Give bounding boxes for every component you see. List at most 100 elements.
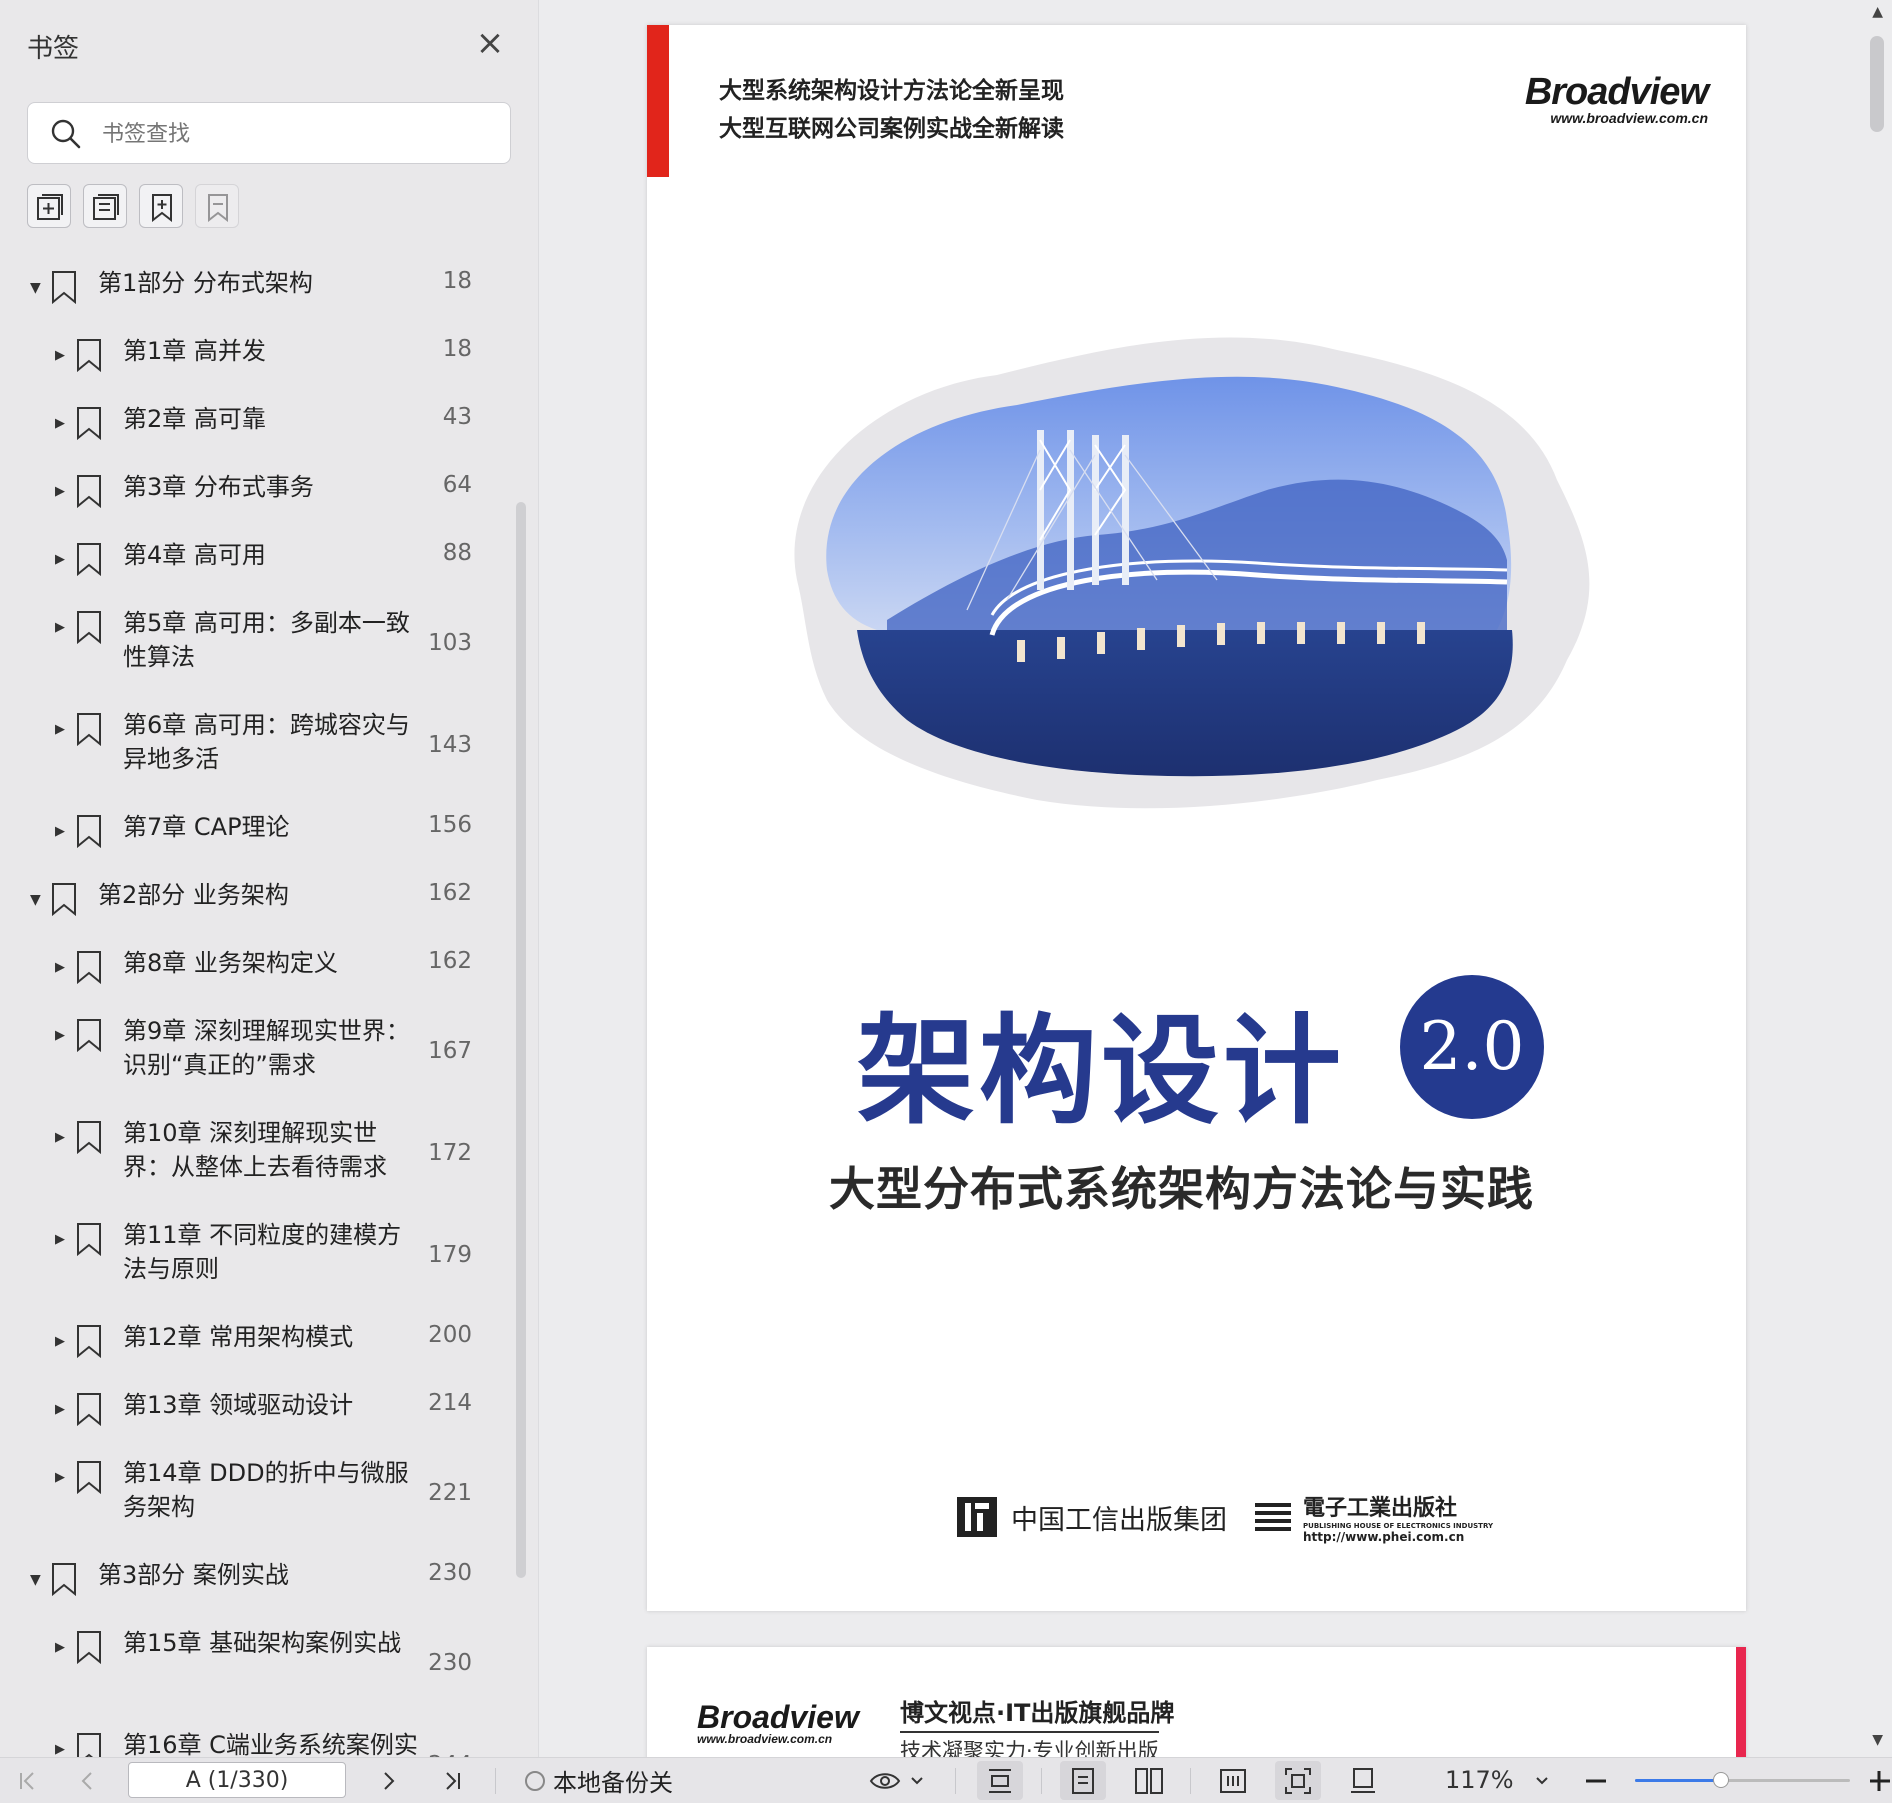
bookmark-chapter[interactable]: ▶ 第4章 高可用 88 [0, 540, 520, 610]
view-mode-dropdown[interactable] [862, 1758, 932, 1803]
expand-triangle-icon[interactable]: ▶ [55, 1402, 65, 1417]
page-number-input[interactable]: A (1/330) [128, 1762, 346, 1798]
broadview-logo: Broadview www.broadview.com.cn [1525, 71, 1709, 126]
toolbar-separator [1041, 1768, 1042, 1794]
publisher-group-name: 中国工信出版集团 [1011, 1504, 1227, 1536]
bookmark-chapter[interactable]: ▶第16章 C端业务系统案例实战244 [0, 1731, 520, 1757]
single-page-button[interactable] [1060, 1761, 1106, 1800]
cover-bridge-illustration [794, 337, 1590, 809]
expand-triangle-icon[interactable]: ▶ [55, 1742, 65, 1757]
bookmark-chapter[interactable]: ▶ 第6章 高可用：跨城容灾与异地多活 143 [0, 711, 520, 814]
bookmark-icon [77, 713, 101, 746]
expand-triangle-icon[interactable]: ▶ [55, 416, 65, 431]
bookmark-page-number: 200 [428, 1322, 472, 1348]
bookmark-label: 第2部分 业务架构 [98, 881, 289, 909]
expand-triangle-icon[interactable]: ▶ [55, 552, 65, 567]
bookmark-page-number: 221 [428, 1480, 472, 1506]
bookmark-icon [77, 951, 101, 984]
two-page-icon [1135, 1767, 1163, 1794]
bookmark-chapter[interactable]: ▶ 第3章 分布式事务 64 [0, 472, 520, 542]
expand-all-button[interactable] [27, 184, 71, 228]
bookmark-page-number: 88 [442, 540, 472, 566]
bookmark-part[interactable]: ▼ 第3部分 案例实战 230 [0, 1560, 520, 1630]
expand-triangle-icon[interactable]: ▶ [55, 1334, 65, 1349]
radio-icon [525, 1770, 545, 1791]
expand-triangle-icon[interactable]: ▶ [55, 484, 65, 499]
zoom-slider[interactable] [1635, 1772, 1850, 1788]
bookmark-icon [77, 1393, 101, 1426]
bookmark-part[interactable]: ▼ 第1部分 分布式架构 18 [0, 268, 520, 338]
bookmark-page-number: 214 [428, 1390, 472, 1416]
chevron-right-icon [384, 1771, 395, 1790]
fit-width-button[interactable] [1340, 1758, 1386, 1803]
zoom-level[interactable]: 117% [1445, 1758, 1514, 1803]
expand-triangle-icon[interactable]: ▶ [55, 1130, 65, 1145]
bookmark-chapter[interactable]: ▶ 第10章 深刻理解现实世界：从整体上去看待需求 172 [0, 1119, 520, 1222]
actual-size-button[interactable] [1210, 1758, 1256, 1803]
expand-triangle-icon[interactable]: ▶ [55, 1640, 65, 1655]
bookmark-label: 第14章 DDD的折中与微服务架构 [123, 1459, 409, 1521]
search-icon [51, 119, 81, 149]
zoom-in-button[interactable] [1866, 1758, 1892, 1803]
collapse-triangle-icon[interactable]: ▼ [30, 1572, 41, 1588]
publisher-english-name: PUBLISHING HOUSE OF ELECTRONICS INDUSTRY [1303, 1522, 1494, 1530]
bookmark-search-input[interactable] [100, 113, 494, 155]
expand-triangle-icon[interactable]: ▶ [55, 348, 65, 363]
zoom-dropdown[interactable] [1528, 1758, 1556, 1803]
publisher-logo-icon [957, 1497, 997, 1537]
eye-icon [869, 1772, 901, 1789]
collapse-triangle-icon[interactable]: ▼ [30, 892, 41, 908]
bookmark-chapter[interactable]: ▶ 第1章 高并发 18 [0, 336, 520, 406]
bookmark-page-number: 156 [428, 812, 472, 838]
continuous-scroll-button[interactable] [977, 1761, 1023, 1800]
bookmark-chapter[interactable]: ▶ 第9章 深刻理解现实世界：识别“真正的”需求 167 [0, 1017, 520, 1120]
expand-triangle-icon[interactable]: ▶ [55, 1232, 65, 1247]
close-icon[interactable]: × [474, 26, 506, 60]
bookmark-chapter[interactable]: ▶ 第12章 常用架构模式 200 [0, 1322, 520, 1392]
bookmark-chapter[interactable]: ▶ 第8章 业务架构定义 162 [0, 948, 520, 1018]
bookmark-label: 第11章 不同粒度的建模方法与原则 [123, 1221, 402, 1283]
cover-page: 大型系统架构设计方法论全新呈现 大型互联网公司案例实战全新解读 Broadvie… [647, 25, 1746, 1611]
bookmark-chapter[interactable]: ▶ 第5章 高可用：多副本一致性算法 103 [0, 609, 520, 712]
fit-page-button[interactable] [1275, 1761, 1321, 1800]
sidebar-title: 书签 [27, 34, 80, 64]
collapse-triangle-icon[interactable]: ▼ [30, 280, 41, 296]
local-backup-toggle[interactable]: 本地备份关 [525, 1758, 673, 1803]
toolbar-separator [955, 1768, 956, 1794]
zoom-slider-handle[interactable] [1713, 1772, 1729, 1788]
expand-triangle-icon[interactable]: ▶ [55, 1028, 65, 1043]
bookmark-label: 第3部分 案例实战 [98, 1561, 289, 1589]
first-page-button[interactable] [8, 1758, 48, 1803]
toolbar-separator [495, 1768, 496, 1794]
delete-bookmark-button[interactable] [195, 184, 239, 228]
bookmark-icon [77, 407, 101, 440]
cover-version-badge: 2.0 [1400, 975, 1544, 1119]
scroll-up-icon[interactable]: ▲ [1872, 4, 1883, 20]
zoom-out-button[interactable] [1580, 1758, 1612, 1803]
expand-triangle-icon[interactable]: ▶ [55, 1470, 65, 1485]
document-scrollbar[interactable] [1870, 36, 1884, 132]
bookmark-chapter[interactable]: ▶ 第15章 基础架构案例实战 230 [0, 1629, 520, 1732]
bookmark-label: 第8章 业务架构定义 [123, 949, 338, 977]
bookmark-chapter[interactable]: ▶ 第14章 DDD的折中与微服务架构 221 [0, 1459, 520, 1562]
bookmark-chapter[interactable]: ▶ 第11章 不同粒度的建模方法与原则 179 [0, 1221, 520, 1324]
collapse-all-button[interactable] [83, 184, 127, 228]
sidebar-scrollbar[interactable] [516, 502, 526, 1578]
expand-triangle-icon[interactable]: ▶ [55, 620, 65, 635]
expand-triangle-icon[interactable]: ▶ [55, 824, 65, 839]
bookmark-page-number: 103 [428, 630, 472, 656]
scroll-down-icon[interactable]: ▼ [1872, 1732, 1883, 1748]
bookmark-chapter[interactable]: ▶ 第2章 高可靠 43 [0, 404, 520, 474]
bookmark-chapter[interactable]: ▶ 第7章 CAP理论 156 [0, 812, 520, 882]
two-page-button[interactable] [1126, 1758, 1172, 1803]
bookmark-search-box[interactable] [27, 102, 511, 164]
add-bookmark-button[interactable] [139, 184, 183, 228]
expand-triangle-icon[interactable]: ▶ [55, 722, 65, 737]
bookmark-chapter[interactable]: ▶ 第13章 领域驱动设计 214 [0, 1390, 520, 1460]
bookmark-part[interactable]: ▼ 第2部分 业务架构 162 [0, 880, 520, 950]
bookmark-label: 第15章 基础架构案例实战 [123, 1629, 402, 1657]
expand-triangle-icon[interactable]: ▶ [55, 960, 65, 975]
last-page-button[interactable] [432, 1758, 472, 1803]
next-page-button[interactable] [368, 1758, 408, 1803]
prev-page-button[interactable] [68, 1758, 108, 1803]
